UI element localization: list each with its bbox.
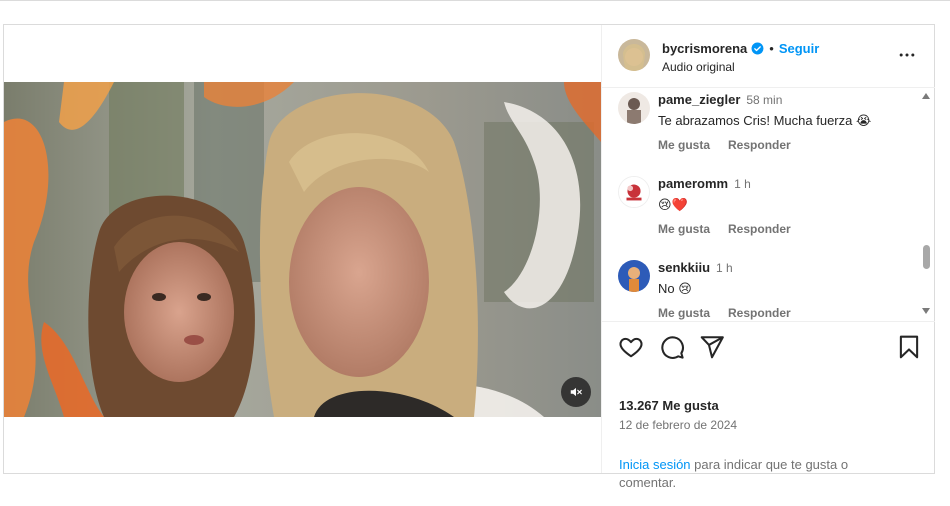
author-line: bycrismorena • Seguir <box>662 41 819 56</box>
login-link[interactable]: Inicia sesión <box>619 457 691 472</box>
comment-time[interactable]: 1 h <box>734 177 751 191</box>
comment-item: pame_ziegler 58 min Te abrazamos Cris! Mu… <box>618 88 918 168</box>
comment-text: 😢❤️ <box>658 197 688 212</box>
comment-like-button[interactable]: Me gusta <box>658 306 710 320</box>
top-divider <box>0 0 950 1</box>
post-header: bycrismorena • Seguir Audio original <box>602 25 935 88</box>
bookmark-icon <box>899 335 919 359</box>
instagram-embed: bycrismorena • Seguir Audio original pam… <box>3 24 935 490</box>
author-avatar[interactable] <box>618 39 650 71</box>
commenter-avatar[interactable] <box>618 92 650 124</box>
author-username[interactable]: bycrismorena <box>662 41 747 56</box>
comment-body: pameromm 1 h 😢❤️ <box>658 175 918 213</box>
post-actions-area: 13.267 Me gusta 12 de febrero de 2024 In… <box>602 321 935 490</box>
comments-list[interactable]: pame_ziegler 58 min Te abrazamos Cris! Mu… <box>602 88 935 320</box>
comment-username[interactable]: senkkiiu <box>658 260 710 275</box>
post-video[interactable] <box>4 82 601 417</box>
likes-count[interactable]: 13.267 Me gusta <box>619 398 719 413</box>
comment-button[interactable] <box>659 334 685 360</box>
scrollbar-thumb[interactable] <box>923 245 930 269</box>
comment-actions: Me gusta Responder <box>658 222 809 236</box>
video-frame-image <box>4 82 601 417</box>
commenter-avatar[interactable] <box>618 260 650 292</box>
comment-reply-button[interactable]: Responder <box>728 306 791 320</box>
comment-like-button[interactable]: Me gusta <box>658 222 710 236</box>
verified-badge-icon <box>751 42 764 55</box>
comment-like-button[interactable]: Me gusta <box>658 138 710 152</box>
author-avatar-image <box>618 39 650 71</box>
save-button[interactable] <box>896 334 922 360</box>
share-icon <box>700 336 724 359</box>
comment-username[interactable]: pame_ziegler <box>658 92 740 107</box>
separator-dot: • <box>769 41 774 56</box>
media-column <box>4 25 601 473</box>
comment-reply-button[interactable]: Responder <box>728 222 791 236</box>
follow-button[interactable]: Seguir <box>779 41 819 56</box>
comment-icon <box>661 336 684 359</box>
comment-text: No 😢 <box>658 281 692 296</box>
more-options-button[interactable] <box>897 45 917 65</box>
comment-actions: Me gusta Responder <box>658 138 809 152</box>
commenter-avatar[interactable] <box>618 176 650 208</box>
scroll-up-arrow-icon[interactable] <box>922 93 930 99</box>
post-date[interactable]: 12 de febrero de 2024 <box>619 418 737 432</box>
scroll-down-arrow-icon[interactable] <box>922 308 930 314</box>
login-prompt: Inicia sesión para indicar que te gusta … <box>619 456 899 492</box>
comment-reply-button[interactable]: Responder <box>728 138 791 152</box>
comment-text: Te abrazamos Cris! Mucha fuerza 😭 <box>658 113 872 128</box>
comment-time[interactable]: 58 min <box>746 93 782 107</box>
comment-item: senkkiiu 1 h No 😢 Me gusta Responder <box>618 256 918 320</box>
post-sidebar: bycrismorena • Seguir Audio original pam… <box>601 25 935 490</box>
comment-body: pame_ziegler 58 min Te abrazamos Cris! Mu… <box>658 91 918 129</box>
mute-toggle-button[interactable] <box>561 377 591 407</box>
like-button[interactable] <box>618 334 644 360</box>
comment-actions: Me gusta Responder <box>658 306 809 320</box>
comment-time[interactable]: 1 h <box>716 261 733 275</box>
audio-label[interactable]: Audio original <box>662 60 735 74</box>
more-options-icon <box>899 53 915 57</box>
comment-body: senkkiiu 1 h No 😢 <box>658 259 918 297</box>
heart-icon <box>619 337 643 358</box>
comment-item: pameromm 1 h 😢❤️ Me gusta Responder <box>618 172 918 252</box>
share-button[interactable] <box>699 334 725 360</box>
comment-username[interactable]: pameromm <box>658 176 728 191</box>
muted-speaker-icon <box>570 387 582 397</box>
